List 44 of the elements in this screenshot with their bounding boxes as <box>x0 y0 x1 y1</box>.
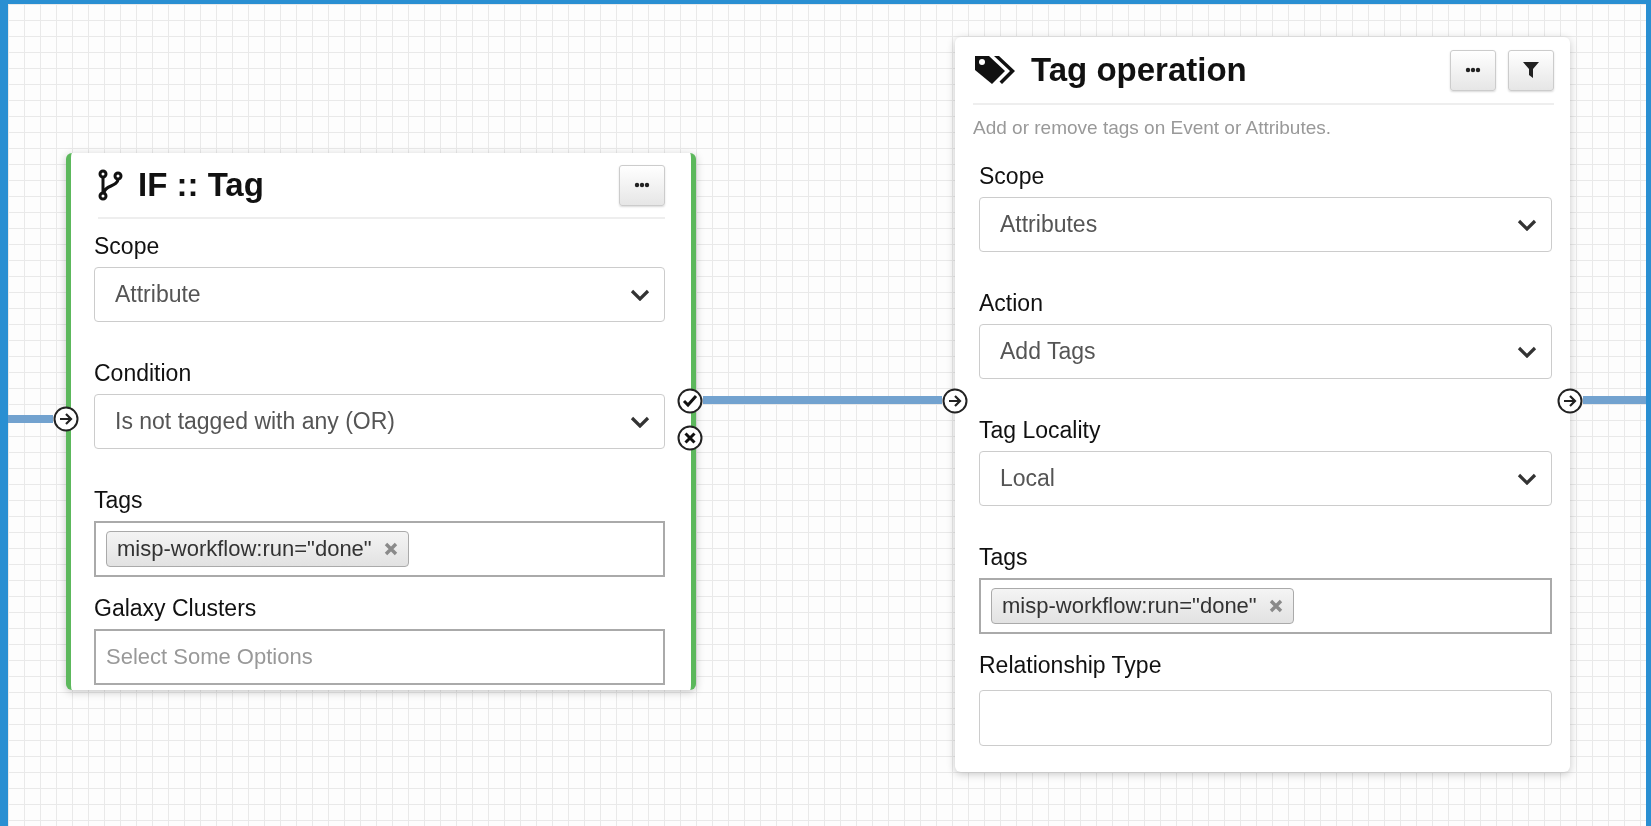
field-label: Galaxy Clusters <box>94 594 258 623</box>
ellipsis-icon <box>1465 67 1481 73</box>
field-label: Tags <box>94 486 144 515</box>
field-label: Scope <box>979 162 1046 191</box>
input-port-icon[interactable] <box>53 406 79 432</box>
more-button[interactable] <box>1450 49 1496 91</box>
field-label: Tags <box>979 543 1029 572</box>
tag-chip[interactable]: misp-workflow:run="done" <box>106 531 409 567</box>
select-field[interactable]: Attribute <box>94 267 665 322</box>
node-description: Add or remove tags on Event or Attributes. <box>973 116 1333 140</box>
text-field[interactable] <box>979 690 1552 746</box>
chevron-icon <box>1517 472 1537 485</box>
cross-port-icon[interactable] <box>677 425 703 451</box>
more-button[interactable] <box>619 164 665 206</box>
chevron-icon <box>630 415 650 428</box>
remove-icon <box>1268 599 1283 613</box>
branch-icon <box>98 169 124 201</box>
check-port-icon[interactable] <box>677 388 703 414</box>
select-field[interactable]: Local <box>979 451 1552 506</box>
input-port-icon[interactable] <box>942 388 968 414</box>
field-label: Tag Locality <box>979 416 1102 445</box>
chevron-icon <box>1517 218 1537 231</box>
output-port-icon[interactable] <box>1557 388 1583 414</box>
field-label: Scope <box>94 232 161 261</box>
select-field[interactable]: Select Some Options <box>94 629 665 685</box>
tags-icon <box>973 53 1017 87</box>
field-label: Action <box>979 289 1044 318</box>
filter-icon <box>1522 61 1540 79</box>
chevron-icon <box>630 288 650 301</box>
node-title: IF :: Tag <box>138 166 264 204</box>
select-field[interactable]: Is not tagged with any (OR) <box>94 394 665 449</box>
filter-button[interactable] <box>1508 49 1554 91</box>
select-field[interactable]: Attributes <box>979 197 1552 252</box>
tags-field[interactable]: misp-workflow:run="done" <box>94 521 665 577</box>
field-label: Relationship Type <box>979 651 1163 680</box>
select-field[interactable]: Add Tags <box>979 324 1552 379</box>
remove-icon <box>383 542 398 556</box>
connection-line <box>1583 396 1646 404</box>
node-title: Tag operation <box>1031 51 1247 89</box>
tag-chip[interactable]: misp-workflow:run="done" <box>991 588 1294 624</box>
tags-field[interactable]: misp-workflow:run="done" <box>979 578 1552 634</box>
field-label: Condition <box>94 359 193 388</box>
ellipsis-icon <box>634 182 650 188</box>
chevron-icon <box>1517 345 1537 358</box>
